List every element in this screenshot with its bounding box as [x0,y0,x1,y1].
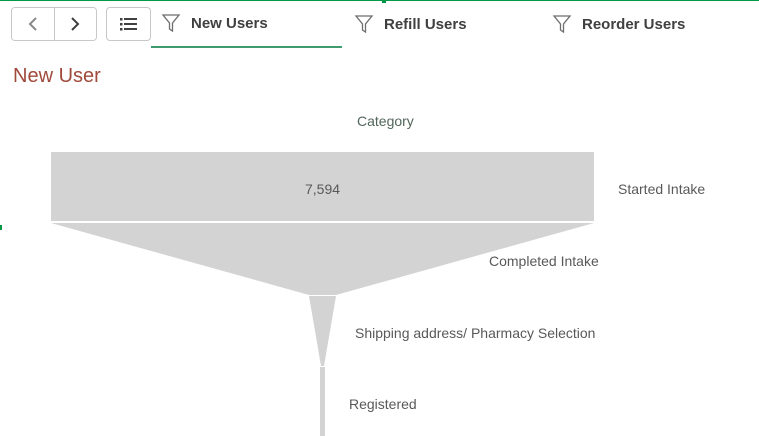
funnel-chart [51,152,594,436]
tab-label: Refill Users [384,15,467,33]
filter-icon [354,15,374,34]
funnel-segment-shipping-address[interactable] [309,296,336,366]
stage-label-started-intake: Started Intake [618,181,706,197]
funnel-segment-registered[interactable] [320,367,325,436]
tab-label: Reorder Users [582,15,686,33]
sheet-list-button[interactable] [106,7,151,41]
tab-reorder-users[interactable]: Reorder Users [552,0,732,48]
back-button[interactable] [12,8,54,40]
tab-label: New Users [191,14,268,32]
filter-icon [552,15,572,34]
list-icon [119,18,137,31]
stage-label-registered: Registered [349,396,417,412]
chevron-left-icon [28,17,37,31]
tab-new-users[interactable]: New Users [151,0,342,48]
navigation-buttons [11,7,97,41]
stage-label-completed-intake: Completed Intake [489,253,599,269]
stage-label-shipping-address: Shipping address/ Pharmacy Selection [355,325,596,341]
filter-icon [161,14,181,33]
chart-dimension-label: Category [357,113,414,129]
funnel-value-label: 7,594 [305,181,341,197]
left-edge-marker [0,225,2,230]
forward-button[interactable] [53,8,96,40]
sheet-title: New User [13,65,101,87]
tab-refill-users[interactable]: Refill Users [354,0,534,48]
chevron-right-icon [71,17,80,31]
